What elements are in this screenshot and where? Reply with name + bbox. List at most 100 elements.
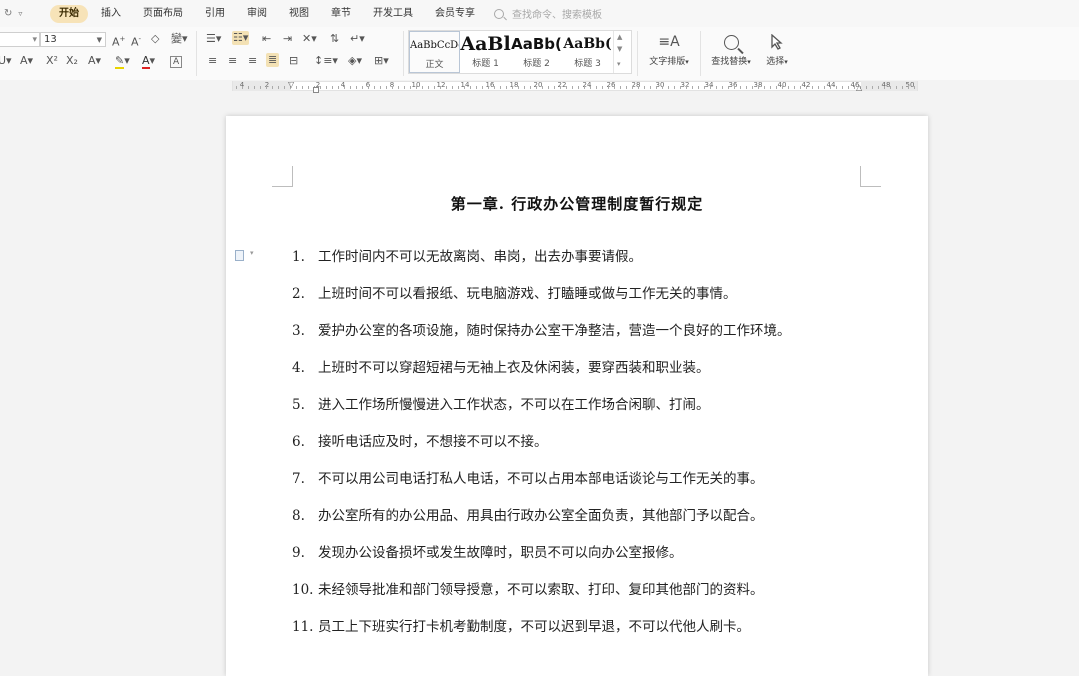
ruler-label: 44: [826, 81, 836, 89]
align-left-icon[interactable]: ≡: [208, 54, 217, 68]
ruler-tick: [428, 86, 429, 89]
tab-2[interactable]: 页面布局: [134, 5, 192, 23]
list-item[interactable]: 3. 爱护办公室的各项设施，随时保持办公室干净整洁，营造一个良好的工作环境。: [292, 321, 791, 358]
bullet-list-icon[interactable]: ☰▾: [206, 32, 221, 46]
ruler-tick: [764, 86, 765, 89]
font-color-icon[interactable]: A▾: [142, 54, 155, 69]
list-item-number: 5.: [292, 397, 305, 413]
list-item[interactable]: 8. 办公室所有的办公用品、用具由行政办公室全面负责，其他部门予以配合。: [292, 506, 791, 543]
text-layout-button[interactable]: ≡A 文字排版▾: [643, 30, 695, 67]
list-item[interactable]: 1. 工作时间内不可以无故离岗、串岗，出去办事要请假。: [292, 247, 791, 284]
style-heading-3[interactable]: AaBb( 标题 3: [562, 31, 613, 73]
shading-icon[interactable]: ◈▾: [348, 54, 362, 68]
tab-0[interactable]: 开始: [50, 4, 88, 23]
underline-dropdown-icon[interactable]: U▾: [0, 54, 12, 68]
font-size-dropdown[interactable]: 13 ▼: [40, 32, 106, 47]
chevron-down-icon[interactable]: ▼: [617, 45, 622, 53]
list-item-number: 11.: [292, 619, 314, 635]
ruler-label: 12: [436, 81, 446, 89]
document-page[interactable]: 第一章. 行政办公管理制度暂行规定 ▾ 1. 工作时间内不可以无故离岗、串岗，出去…: [226, 116, 928, 676]
phonetic-guide-icon[interactable]: 變▾: [171, 32, 188, 46]
customize-quick-access-icon[interactable]: ▿: [18, 9, 22, 18]
superscript-icon[interactable]: X²: [46, 54, 58, 68]
align-center-icon[interactable]: ≡: [228, 54, 237, 68]
ruler-tick: [332, 86, 333, 89]
command-search[interactable]: 查找命令、搜索模板: [494, 6, 602, 21]
ruler-tick: [656, 86, 657, 89]
chinese-layout-icon[interactable]: ✕▾: [302, 32, 317, 46]
tab-4[interactable]: 审阅: [238, 5, 276, 23]
list-item[interactable]: 11. 员工上下班实行打卡机考勤制度，不可以迟到早退，不可以代他人刷卡。: [292, 617, 791, 654]
show-marks-icon[interactable]: ↵▾: [350, 32, 365, 46]
list-item[interactable]: 7. 不可以用公司电话打私人电话，不可以占用本部电话谈论与工作无关的事。: [292, 469, 791, 506]
text-effect-icon[interactable]: A▾: [88, 54, 101, 68]
right-indent-marker[interactable]: △: [856, 83, 862, 92]
ruler-tick: [380, 86, 381, 89]
tab-6[interactable]: 章节: [322, 5, 360, 23]
tab-8[interactable]: 会员专享: [426, 5, 484, 23]
style-heading-1[interactable]: AaBl 标题 1: [460, 31, 511, 73]
style-gallery-scroll[interactable]: ▲ ▼ ▾: [613, 31, 628, 73]
document-numbered-list: 1. 工作时间内不可以无故离岗、串岗，出去办事要请假。 2. 上班时间不可以看报纸、玩…: [292, 247, 791, 654]
ruler-tick: [266, 86, 267, 89]
tab-5[interactable]: 视图: [280, 5, 318, 23]
sort-icon[interactable]: ⇅: [330, 32, 339, 46]
ruler-tick: [746, 86, 747, 89]
ruler-tick: [776, 86, 777, 89]
list-item[interactable]: 9. 发现办公设备损坏或发生故障时，职员不可以向办公室报修。: [292, 543, 791, 580]
ribbon-separator: [637, 31, 638, 76]
search-icon: [494, 8, 504, 19]
ruler-tick: [518, 86, 519, 89]
ruler-tick: [494, 86, 495, 89]
style-label: 标题 1: [472, 59, 499, 69]
style-normal[interactable]: AaBbCcDd 正文: [409, 31, 460, 73]
list-item[interactable]: 6. 接听电话应及时，不想接不可以不接。: [292, 432, 791, 469]
line-spacing-icon[interactable]: ↕≡▾: [314, 54, 338, 68]
ruler-tick: [824, 86, 825, 89]
tab-3[interactable]: 引用: [196, 5, 234, 23]
chevron-up-icon[interactable]: ▲: [617, 33, 622, 41]
list-item-text: 上班时间不可以看报纸、玩电脑游戏、打瞌睡或做与工作无关的事情。: [318, 286, 737, 302]
subscript-icon[interactable]: X₂: [66, 54, 78, 68]
numbered-list-icon[interactable]: ☷▾: [232, 31, 250, 45]
find-replace-button[interactable]: 查找替换▾: [705, 30, 757, 67]
char-border-icon[interactable]: A: [170, 56, 183, 68]
ruler-tick: [260, 86, 261, 89]
ruler-tick: [416, 86, 417, 89]
ruler-tick: [638, 86, 639, 89]
style-heading-2[interactable]: AaBb( 标题 2: [511, 31, 562, 73]
justify-icon[interactable]: ≣: [266, 53, 280, 67]
strikethrough-icon[interactable]: A▾: [20, 54, 33, 68]
distributed-align-icon[interactable]: ⊟: [289, 54, 298, 68]
clear-format-icon[interactable]: ◇: [151, 32, 159, 46]
highlight-color-icon[interactable]: ✎▾: [115, 54, 130, 69]
ruler-tick: [440, 86, 441, 89]
list-item[interactable]: 5. 进入工作场所慢慢进入工作状态，不可以在工作场合闲聊、打闹。: [292, 395, 791, 432]
left-indent-marker[interactable]: [313, 87, 319, 93]
first-line-indent-marker[interactable]: ▽: [288, 80, 294, 89]
ruler-tick: [236, 86, 237, 89]
expand-gallery-icon[interactable]: ▾: [617, 60, 621, 68]
ruler-tick: [830, 86, 831, 89]
select-button[interactable]: 选择▾: [758, 30, 796, 67]
decrease-indent-icon[interactable]: ⇤: [262, 32, 271, 46]
select-label: 选择: [766, 57, 785, 67]
list-item[interactable]: 10. 未经领导批准和部门领导授意，不可以索取、打印、复印其他部门的资料。: [292, 580, 791, 617]
paragraph-layout-icon[interactable]: [235, 250, 244, 261]
horizontal-ruler[interactable]: 4 2 2 4 6 8 10 12 14 16 18 20 22 24 26 28 30 32 34 36 38 40 42…: [0, 80, 1079, 94]
decrease-font-icon[interactable]: A-: [131, 32, 141, 50]
increase-indent-icon[interactable]: ⇥: [283, 32, 292, 46]
tab-1[interactable]: 插入: [92, 5, 130, 23]
increase-font-icon[interactable]: A+: [112, 32, 125, 50]
redo-icon[interactable]: ↻: [4, 8, 12, 19]
borders-icon[interactable]: ⊞▾: [374, 54, 389, 68]
ruler-tick: [650, 86, 651, 89]
font-name-dropdown[interactable]: ▾: [0, 32, 40, 47]
align-right-icon[interactable]: ≡: [248, 54, 257, 68]
list-item[interactable]: 2. 上班时间不可以看报纸、玩电脑游戏、打瞌睡或做与工作无关的事情。: [292, 284, 791, 321]
ruler-tick: [902, 86, 903, 89]
list-item[interactable]: 4. 上班时不可以穿超短裙与无袖上衣及休闲装，要穿西装和职业装。: [292, 358, 791, 395]
chevron-down-icon[interactable]: ▾: [250, 249, 254, 257]
tab-7[interactable]: 开发工具: [364, 5, 422, 23]
list-item-number: 3.: [292, 323, 305, 339]
